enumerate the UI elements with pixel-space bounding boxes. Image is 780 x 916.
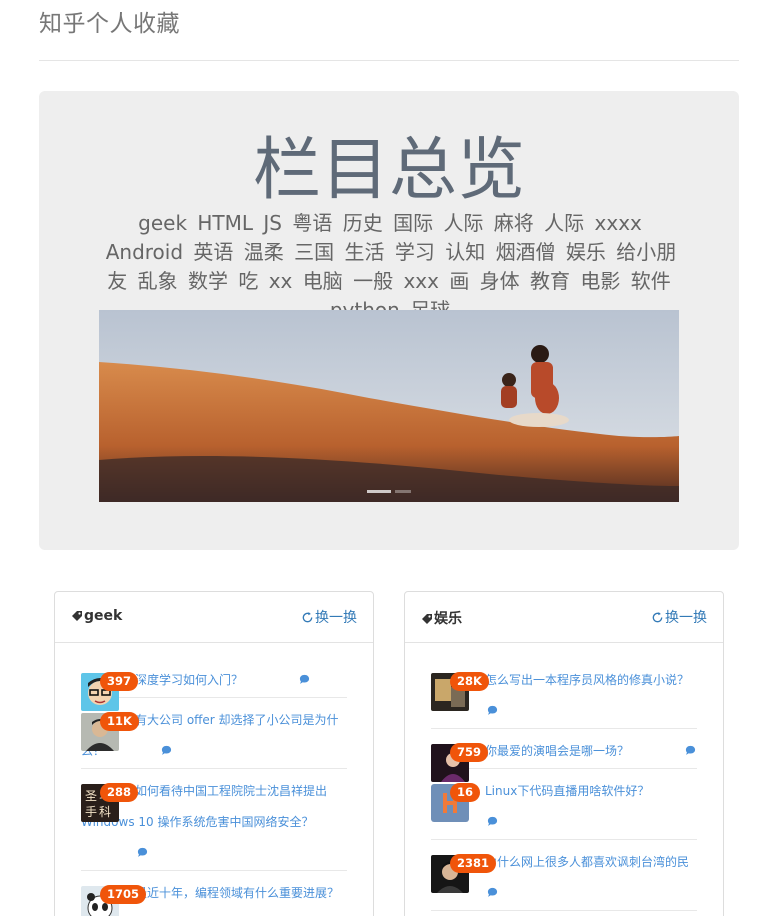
question-text-block: Linux下代码直播用啥软件好？: [431, 769, 697, 839]
tag-link[interactable]: HTML: [197, 211, 253, 235]
question-item: 16 Linux下代码直播用啥软件好？: [431, 769, 697, 840]
carousel-slide-desert-image: [99, 310, 679, 502]
vote-count-badge: 1705: [100, 885, 147, 904]
refresh-icon: [301, 611, 314, 628]
tag-link[interactable]: geek: [138, 211, 187, 235]
tag-link[interactable]: 生活: [344, 240, 384, 264]
question-item: 圣斗手科288如何看待中国工程院院士沈昌祥提出 Windows 10 操作系统危…: [81, 769, 347, 871]
vote-count-badge: 2381: [450, 854, 497, 873]
avatar-wrapper: 16: [431, 783, 481, 822]
vote-count-badge: 759: [450, 743, 489, 762]
panel-title: 娱乐: [421, 608, 462, 629]
question-link[interactable]: Linux下代码直播用啥软件好？: [485, 784, 649, 798]
tag-link[interactable]: 电影: [580, 269, 620, 293]
refresh-label: 换一换: [665, 610, 707, 626]
tag-cloud: geek HTML JS 粤语 历史 国际 人际 麻将 人际 xxxx Andr…: [95, 209, 685, 325]
tag-link[interactable]: 软件: [631, 269, 671, 293]
tag-link[interactable]: xxx: [403, 269, 439, 293]
question-link[interactable]: 最近十年，编程领域有什么重要进展？: [135, 886, 339, 900]
tag-link[interactable]: 身体: [480, 269, 520, 293]
tag-link[interactable]: 学习: [395, 240, 435, 264]
tag-link[interactable]: 温柔: [244, 240, 284, 264]
question-link[interactable]: 你最爱的演唱会是哪一场？: [485, 744, 629, 758]
image-carousel[interactable]: [99, 310, 679, 502]
question-item: 2381 为什么网上很多人都喜欢讽刺台湾的民: [431, 840, 697, 911]
tag-link[interactable]: 认知: [445, 240, 485, 264]
tag-link[interactable]: xx: [269, 269, 293, 293]
tag-link[interactable]: 娱乐: [566, 240, 606, 264]
carousel-indicator-1[interactable]: [367, 490, 391, 493]
question-item: 11K 有大公司 offer 却选择了小公司是为什么？: [81, 698, 347, 769]
tag-link[interactable]: 人际: [544, 211, 584, 235]
panel-heading: geek 换一换: [55, 592, 373, 643]
panel-heading: 娱乐 换一换: [405, 592, 723, 643]
overview-jumbotron: 栏目总览 geek HTML JS 粤语 历史 国际 人际 麻将 人际 xxxx…: [39, 91, 739, 550]
tag-icon: [421, 613, 433, 629]
panel-title: geek: [71, 608, 122, 626]
question-link[interactable]: 怎么写出一本程序员风格的修真小说？: [485, 673, 689, 687]
question-text-block: 有大公司 offer 却选择了小公司是为什么？: [81, 698, 347, 768]
vote-count-badge: 28K: [450, 672, 489, 691]
carousel-indicator-2[interactable]: [395, 490, 411, 493]
tag-link[interactable]: 三国: [294, 240, 334, 264]
tag-link[interactable]: xxxx: [595, 211, 642, 235]
tag-link[interactable]: 烟酒僧: [496, 240, 556, 264]
tag-link[interactable]: 英语: [193, 240, 233, 264]
tag-link[interactable]: 人际: [443, 211, 483, 235]
site-title: 知乎个人收藏: [39, 11, 180, 37]
question-link[interactable]: 深度学习如何入门？: [135, 673, 243, 687]
panel-entertainment: 娱乐 换一换 28K 怎么写出一本程序员风格的修真小说？ 759 你最爱的演唱会是哪一…: [404, 591, 724, 916]
refresh-button[interactable]: 换一换: [301, 607, 357, 628]
svg-text:科: 科: [99, 805, 111, 819]
tag-link[interactable]: 电脑: [303, 269, 343, 293]
refresh-icon: [651, 611, 664, 628]
comment-icon[interactable]: [83, 839, 148, 870]
comment-icon[interactable]: [245, 666, 310, 697]
vote-count-badge: 397: [100, 672, 139, 691]
tag-link[interactable]: 国际: [393, 211, 433, 235]
carousel-indicators: [99, 490, 679, 493]
svg-text:圣: 圣: [85, 789, 97, 803]
question-text-block: 怎么写出一本程序员风格的修真小说？: [431, 658, 697, 728]
tag-link[interactable]: 画: [449, 269, 469, 293]
avatar-wrapper: 1705: [81, 885, 147, 916]
page: 知乎个人收藏 栏目总览 geek HTML JS 粤语 历史 国际 人际 麻将 …: [0, 0, 780, 916]
question-item: 28K 怎么写出一本程序员风格的修真小说？: [431, 658, 697, 729]
refresh-label: 换一换: [315, 610, 357, 626]
tag-link[interactable]: 乱象: [138, 269, 178, 293]
comment-icon[interactable]: [631, 737, 696, 768]
vote-count-badge: 11K: [100, 712, 139, 731]
overview-heading: 栏目总览: [252, 131, 525, 210]
tag-link[interactable]: 一般: [353, 269, 393, 293]
question-list: 28K 怎么写出一本程序员风格的修真小说？ 759 你最爱的演唱会是哪一场？ 16 Lin…: [431, 658, 697, 911]
tag-link[interactable]: 数学: [188, 269, 228, 293]
svg-text:手: 手: [85, 805, 97, 819]
question-item: 759 你最爱的演唱会是哪一场？: [431, 729, 697, 782]
question-item: 397 深度学习如何入门？: [81, 658, 347, 711]
panel-title-label: 娱乐: [434, 611, 462, 627]
question-list: 397深度学习如何入门？11K有大公司 offer 却选择了小公司是为什么？圣斗…: [81, 658, 347, 916]
avatar-wrapper: 圣斗手科288: [81, 783, 139, 822]
tag-icon: [71, 610, 83, 626]
tag-link[interactable]: JS: [263, 211, 282, 235]
panel-geek: geek 换一换 397 深度学习如何入门？ 11K 有大公司 offer 却选择了小…: [54, 591, 374, 916]
question-link[interactable]: 为什么网上很多人都喜欢讽刺台湾的民: [485, 855, 689, 869]
tag-link[interactable]: 教育: [530, 269, 570, 293]
avatar-wrapper: 2381: [431, 854, 497, 893]
vote-count-badge: 288: [100, 783, 139, 802]
tag-link[interactable]: 麻将: [494, 211, 534, 235]
avatar-wrapper: 28K: [431, 672, 489, 711]
tag-link[interactable]: Android: [106, 240, 183, 264]
avatar-wrapper: 11K: [81, 712, 139, 751]
title-divider: [39, 60, 739, 61]
question-item: 1705 最近十年，编程领域有什么重要进展？: [81, 871, 347, 916]
tag-link[interactable]: 吃: [238, 269, 258, 293]
question-text-block: 为什么网上很多人都喜欢讽刺台湾的民: [431, 840, 697, 910]
vote-count-badge: 16: [450, 783, 481, 802]
tag-link[interactable]: 粤语: [292, 211, 332, 235]
panel-title-label: geek: [84, 608, 123, 624]
tag-link[interactable]: 历史: [343, 211, 383, 235]
refresh-button[interactable]: 换一换: [651, 607, 707, 628]
